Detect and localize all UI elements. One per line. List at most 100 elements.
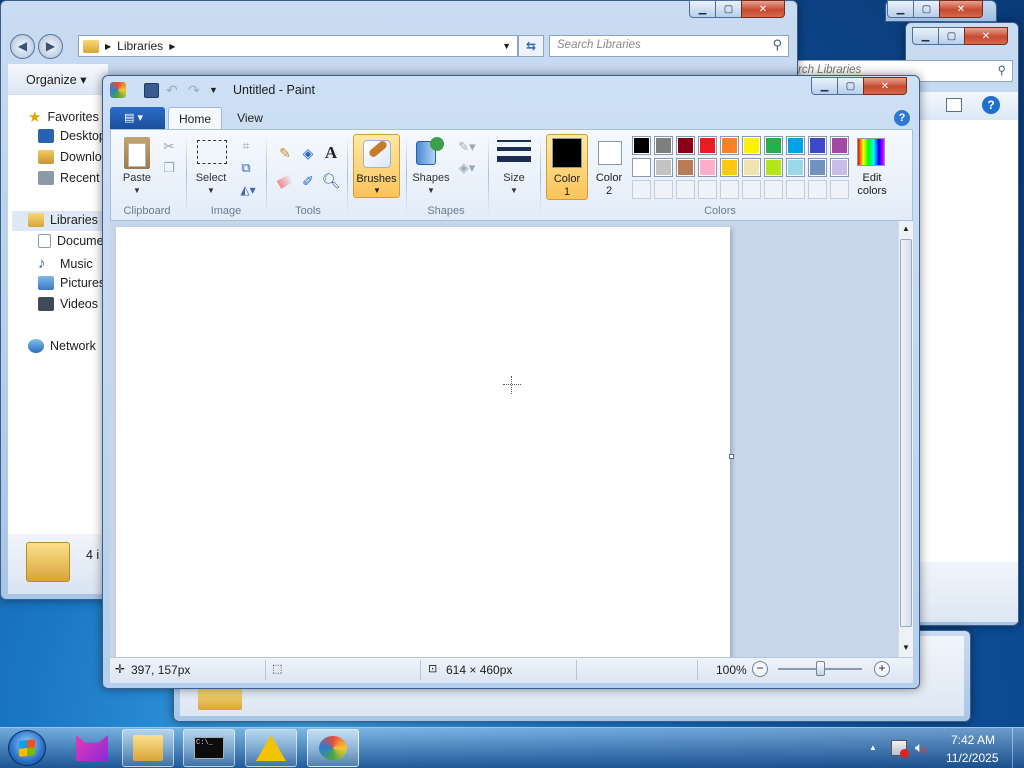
palette-color-swatch[interactable]	[654, 158, 673, 177]
action-center-icon[interactable]	[891, 740, 909, 758]
taskbar-cat-app-icon[interactable]	[66, 729, 118, 767]
scroll-up-icon[interactable]: ▲	[902, 224, 910, 233]
undo-icon[interactable]: ↶	[166, 82, 178, 99]
palette-color-swatch[interactable]	[676, 158, 695, 177]
palette-color-swatch[interactable]	[830, 136, 849, 155]
shapes-button[interactable]: Shapes ▼	[408, 172, 454, 196]
nav-favorites[interactable]: ★ Favorites	[28, 108, 99, 126]
zoom-slider-thumb[interactable]	[816, 661, 825, 676]
palette-color-swatch[interactable]	[698, 136, 717, 155]
palette-color-swatch[interactable]	[742, 136, 761, 155]
maximize-icon[interactable]: ▢	[938, 27, 965, 45]
palette-custom-slot[interactable]	[786, 180, 805, 199]
fill-icon[interactable]: ◈	[298, 143, 318, 163]
select-icon[interactable]	[197, 140, 227, 164]
palette-color-swatch[interactable]	[742, 158, 761, 177]
nav-music[interactable]: ♪ Music	[38, 255, 93, 272]
close-icon[interactable]: ✕	[863, 77, 907, 95]
palette-custom-slot[interactable]	[698, 180, 717, 199]
taskbar-paint-icon[interactable]	[307, 729, 359, 767]
start-button[interactable]	[8, 730, 46, 766]
search-box[interactable]: Search Libraries ⚲	[549, 35, 789, 57]
address-dropdown-icon[interactable]: ▼	[502, 41, 511, 51]
organize-button[interactable]: Organize ▾	[26, 72, 86, 87]
clock-time[interactable]: 7:42 AM	[951, 733, 995, 747]
brushes-button[interactable]: Brushes ▼	[353, 134, 400, 198]
cut-icon[interactable]: ✂	[159, 136, 179, 156]
palette-custom-slot[interactable]	[830, 180, 849, 199]
nav-downloads[interactable]: Downloa	[38, 150, 109, 164]
maximize-icon[interactable]: ▢	[837, 77, 864, 95]
tab-home[interactable]: Home	[168, 107, 222, 130]
nav-recent-places[interactable]: Recent P	[38, 171, 111, 185]
palette-color-swatch[interactable]	[830, 158, 849, 177]
palette-custom-slot[interactable]	[720, 180, 739, 199]
back-button[interactable]: ◀	[10, 34, 35, 59]
pencil-icon[interactable]: ✎	[275, 143, 295, 163]
palette-custom-slot[interactable]	[742, 180, 761, 199]
resize-icon[interactable]: ⧉	[236, 158, 256, 178]
palette-custom-slot[interactable]	[676, 180, 695, 199]
size-icon[interactable]	[497, 138, 531, 166]
fill-shape-icon[interactable]: ◈▾	[457, 158, 477, 178]
palette-color-swatch[interactable]	[632, 158, 651, 177]
zoom-out-icon[interactable]: −	[752, 661, 768, 677]
show-desktop-button[interactable]	[1012, 728, 1024, 768]
nav-libraries[interactable]: Libraries	[28, 213, 98, 227]
zoom-in-icon[interactable]: +	[874, 661, 890, 677]
taskbar-cmd-icon[interactable]: C:\_	[183, 729, 235, 767]
paste-button[interactable]: Paste ▼	[118, 172, 156, 196]
help-icon[interactable]: ?	[982, 96, 1000, 114]
copy-icon[interactable]: ❐	[159, 158, 179, 178]
paint-menu-button[interactable]: ▤ ▾	[110, 107, 165, 129]
close-icon[interactable]: ✕	[939, 0, 983, 18]
eraser-icon[interactable]	[275, 171, 295, 191]
redo-icon[interactable]: ↷	[188, 82, 200, 99]
palette-custom-slot[interactable]	[764, 180, 783, 199]
forward-button[interactable]: ▶	[38, 34, 63, 59]
save-icon[interactable]	[144, 83, 159, 98]
palette-color-swatch[interactable]	[764, 136, 783, 155]
help-icon[interactable]: ?	[894, 110, 910, 126]
customize-quick-access-icon[interactable]: ▼	[209, 85, 218, 95]
size-button[interactable]: Size ▼	[494, 172, 534, 196]
text-icon[interactable]: A	[321, 143, 341, 163]
minimize-icon[interactable]: ▁	[887, 0, 914, 18]
palette-color-swatch[interactable]	[786, 158, 805, 177]
show-hidden-icons-icon[interactable]: ▲	[869, 743, 877, 752]
address-bar[interactable]: ▶ Libraries ▶ ▼	[78, 35, 518, 57]
nav-videos[interactable]: Videos	[38, 297, 98, 311]
rotate-icon[interactable]: ◭▾	[238, 180, 258, 200]
crop-icon[interactable]: ⌗	[236, 136, 256, 156]
palette-color-swatch[interactable]	[808, 136, 827, 155]
palette-color-swatch[interactable]	[676, 136, 695, 155]
paste-icon[interactable]	[124, 137, 150, 169]
tab-view[interactable]: View	[228, 111, 272, 125]
maximize-icon[interactable]: ▢	[715, 0, 742, 18]
taskbar-explorer-icon[interactable]	[122, 729, 174, 767]
palette-custom-slot[interactable]	[808, 180, 827, 199]
palette-color-swatch[interactable]	[654, 136, 673, 155]
maximize-icon[interactable]: ▢	[913, 0, 940, 18]
vertical-scrollbar[interactable]: ▲ ▼	[898, 221, 913, 657]
taskbar-warning-app-icon[interactable]	[245, 729, 297, 767]
view-pane-icon[interactable]	[946, 98, 962, 112]
color1-button[interactable]: Color 1	[546, 134, 588, 200]
outline-icon[interactable]: ✎▾	[457, 137, 477, 157]
minimize-icon[interactable]: ▁	[811, 77, 838, 95]
color2-button[interactable]: Color 2	[589, 134, 631, 200]
breadcrumb-libraries[interactable]: Libraries	[117, 39, 163, 53]
shapes-icon[interactable]	[416, 137, 446, 167]
palette-custom-slot[interactable]	[654, 180, 673, 199]
magnifier-icon[interactable]: 🔍︎	[321, 171, 341, 191]
nav-documents[interactable]: Docume	[38, 234, 104, 248]
nav-desktop[interactable]: Desktop	[38, 129, 106, 143]
scroll-down-icon[interactable]: ▼	[902, 643, 910, 652]
refresh-button[interactable]: ⇆	[518, 35, 544, 57]
color-picker-icon[interactable]: ✐	[298, 171, 318, 191]
palette-color-swatch[interactable]	[764, 158, 783, 177]
canvas-resize-handle[interactable]	[729, 454, 734, 459]
clock-date[interactable]: 11/2/2025	[946, 751, 999, 765]
palette-color-swatch[interactable]	[786, 136, 805, 155]
select-button[interactable]: Select ▼	[190, 172, 232, 196]
